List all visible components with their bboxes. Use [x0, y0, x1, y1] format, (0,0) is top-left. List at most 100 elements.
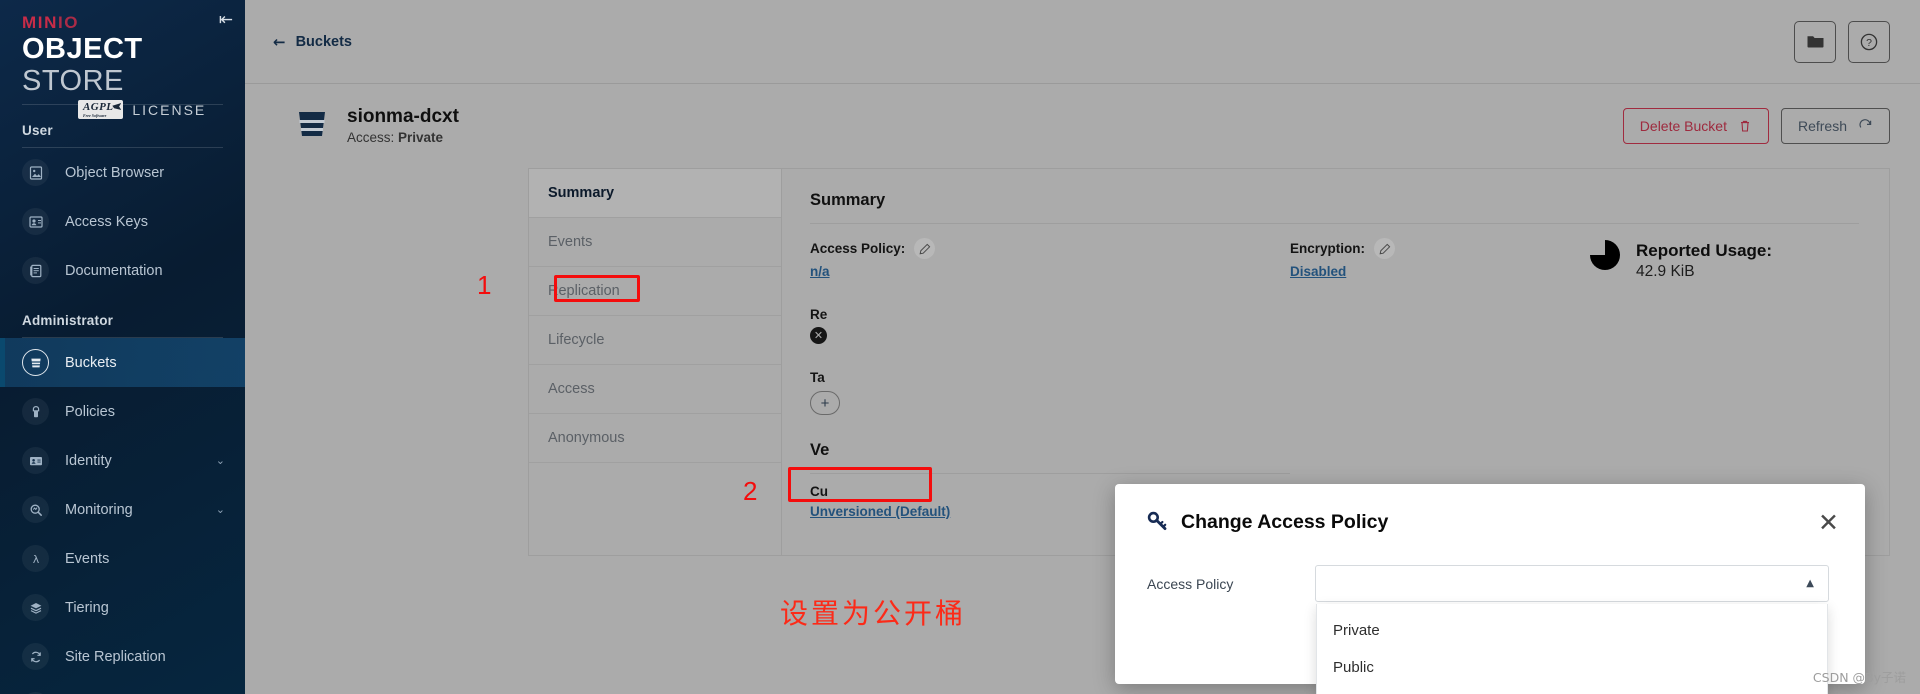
- chevron-down-icon[interactable]: ⌄: [216, 454, 225, 467]
- sidebar-item-label: Identity: [65, 452, 112, 469]
- bucket-access-label: Access:: [347, 129, 395, 145]
- help-icon[interactable]: ?: [1848, 20, 1890, 63]
- bucket-access-value: Private: [398, 129, 444, 145]
- main-content: ← Buckets ? sionma-dcxt Access: Private …: [245, 0, 1920, 694]
- replication-label: Re: [810, 307, 828, 322]
- usage-text-block: Reported Usage: 42.9 KiB: [1636, 240, 1772, 282]
- sidebar-item-label: Access Keys: [65, 213, 148, 230]
- breadcrumb-label: Buckets: [295, 33, 352, 50]
- sidebar-item-buckets[interactable]: Buckets: [0, 338, 245, 387]
- add-tag-button[interactable]: +: [810, 391, 840, 415]
- svg-text:?: ?: [1866, 37, 1872, 49]
- current-status-value[interactable]: Unversioned (Default): [810, 504, 950, 519]
- annotation-step-2: 2: [743, 476, 758, 506]
- delete-bucket-button[interactable]: Delete Bucket: [1622, 108, 1769, 144]
- access-policy-field-label: Access Policy: [1147, 575, 1234, 592]
- bucket-header-actions: Delete Bucket Refresh: [1622, 108, 1890, 144]
- modal-title-text: Change Access Policy: [1181, 511, 1389, 533]
- policies-lock-icon: [22, 398, 49, 425]
- sidebar-group-administrator-label: Administrator: [22, 313, 114, 328]
- tab-label: Anonymous: [548, 430, 625, 446]
- sidebar-item-label: Buckets: [65, 354, 117, 371]
- tab-lifecycle[interactable]: Lifecycle: [529, 316, 781, 365]
- tab-anonymous[interactable]: Anonymous: [529, 414, 781, 463]
- sidebar-item-policies[interactable]: Policies: [0, 387, 245, 436]
- object-browser-icon: [22, 159, 49, 186]
- access-policy-label-row: Access Policy:: [810, 238, 1290, 259]
- folder-icon[interactable]: [1794, 20, 1836, 63]
- sidebar-item-object-browser[interactable]: Object Browser: [0, 148, 245, 197]
- access-policy-dropdown: Private Public Custom: [1316, 604, 1828, 694]
- tags-label: Ta: [810, 370, 825, 385]
- agpl-subtext: Free Software: [83, 113, 107, 118]
- bucket-access-line: Access: Private: [347, 129, 459, 147]
- modal-header: Change Access Policy ✕: [1115, 484, 1865, 537]
- access-keys-icon: [22, 208, 49, 235]
- option-custom[interactable]: Custom: [1317, 686, 1827, 694]
- encryption-label-row: Encryption:: [1290, 238, 1590, 259]
- edit-pencil-icon[interactable]: [914, 238, 936, 259]
- option-private[interactable]: Private: [1317, 612, 1827, 649]
- identity-card-icon: [22, 447, 49, 474]
- page-title: sionma-dcxt: [347, 105, 459, 127]
- refresh-button[interactable]: Refresh: [1780, 108, 1890, 144]
- sidebar-item-site-replication[interactable]: Site Replication: [0, 632, 245, 681]
- documentation-icon: [22, 257, 49, 284]
- sidebar-item-tiering[interactable]: Tiering: [0, 583, 245, 632]
- sidebar-item-monitoring[interactable]: Monitoring ⌄: [0, 485, 245, 534]
- trash-icon: [1740, 120, 1749, 132]
- back-arrow-icon[interactable]: ←: [273, 33, 286, 51]
- sidebar-item-access-keys[interactable]: Access Keys: [0, 197, 245, 246]
- top-bar: ← Buckets ?: [245, 0, 1920, 84]
- option-public[interactable]: Public: [1317, 649, 1827, 686]
- tab-access[interactable]: Access: [529, 365, 781, 414]
- encryption-value[interactable]: Disabled: [1290, 264, 1346, 279]
- sidebar-item-identity[interactable]: Identity ⌄: [0, 436, 245, 485]
- access-policy-value[interactable]: n/a: [810, 264, 830, 279]
- sidebar-item-label: Site Replication: [65, 648, 166, 665]
- sidebar-item-label: Events: [65, 550, 110, 567]
- change-access-policy-modal: Change Access Policy ✕ Access Policy ▲ P…: [1115, 484, 1865, 694]
- svg-text:λ: λ: [32, 553, 39, 566]
- reported-usage-value: 42.9 KiB: [1636, 263, 1695, 280]
- license-row: AGPL Free Software LICENSE: [22, 100, 223, 119]
- sidebar-logo: MINIO OBJECT STORE AGPL Free Software LI…: [0, 0, 245, 119]
- tab-label: Summary: [548, 185, 615, 201]
- sidebar-item-label: Documentation: [65, 262, 163, 279]
- access-policy-select[interactable]: ▲ Private Public Custom: [1315, 565, 1829, 694]
- sidebar: MINIO OBJECT STORE AGPL Free Software LI…: [0, 0, 245, 694]
- tab-label: Lifecycle: [548, 332, 605, 348]
- close-icon[interactable]: ✕: [1818, 510, 1839, 535]
- summary-grid: Access Policy: n/a Re ✕ Ta + Ve Cu Unver…: [810, 224, 1859, 521]
- breadcrumb[interactable]: ← Buckets: [273, 33, 352, 51]
- replication-value: ✕: [810, 327, 1290, 344]
- chevron-up-icon[interactable]: ▲: [1806, 578, 1814, 589]
- sidebar-item-label: Tiering: [65, 599, 109, 616]
- annotation-caption: 设置为公开桶: [780, 597, 967, 630]
- bucket-header: sionma-dcxt Access: Private Delete Bucke…: [245, 84, 1920, 168]
- bucket-detail-panel: Summary Events Replication Lifecycle Acc…: [528, 168, 1890, 694]
- logo-io-text: IO: [57, 13, 80, 32]
- sidebar-collapse-icon[interactable]: ⇤: [219, 12, 233, 29]
- usage-pie-icon: [1590, 240, 1620, 270]
- agpl-badge: AGPL Free Software: [78, 100, 124, 119]
- sidebar-item-events[interactable]: λ Events: [0, 534, 245, 583]
- summary-column-middle: Encryption: Disabled: [1290, 238, 1590, 521]
- sidebar-item-documentation[interactable]: Documentation: [0, 246, 245, 295]
- tab-events[interactable]: Events: [529, 218, 781, 267]
- events-lambda-icon: λ: [22, 545, 49, 572]
- refresh-label: Refresh: [1797, 118, 1847, 134]
- chevron-down-icon[interactable]: ⌄: [216, 503, 225, 516]
- key-icon: [1147, 508, 1170, 537]
- app-root: MINIO OBJECT STORE AGPL Free Software LI…: [0, 0, 1920, 694]
- logo-store-text: STORE: [22, 65, 124, 97]
- tab-summary[interactable]: Summary: [529, 169, 781, 218]
- edit-pencil-icon[interactable]: [1374, 238, 1396, 259]
- bucket-title-block: sionma-dcxt Access: Private: [347, 106, 459, 147]
- minio-wordmark: MINIO: [22, 14, 223, 32]
- sidebar-item-settings[interactable]: Settings: [0, 681, 245, 694]
- site-replication-icon: [22, 643, 49, 670]
- summary-title: Summary: [810, 191, 886, 209]
